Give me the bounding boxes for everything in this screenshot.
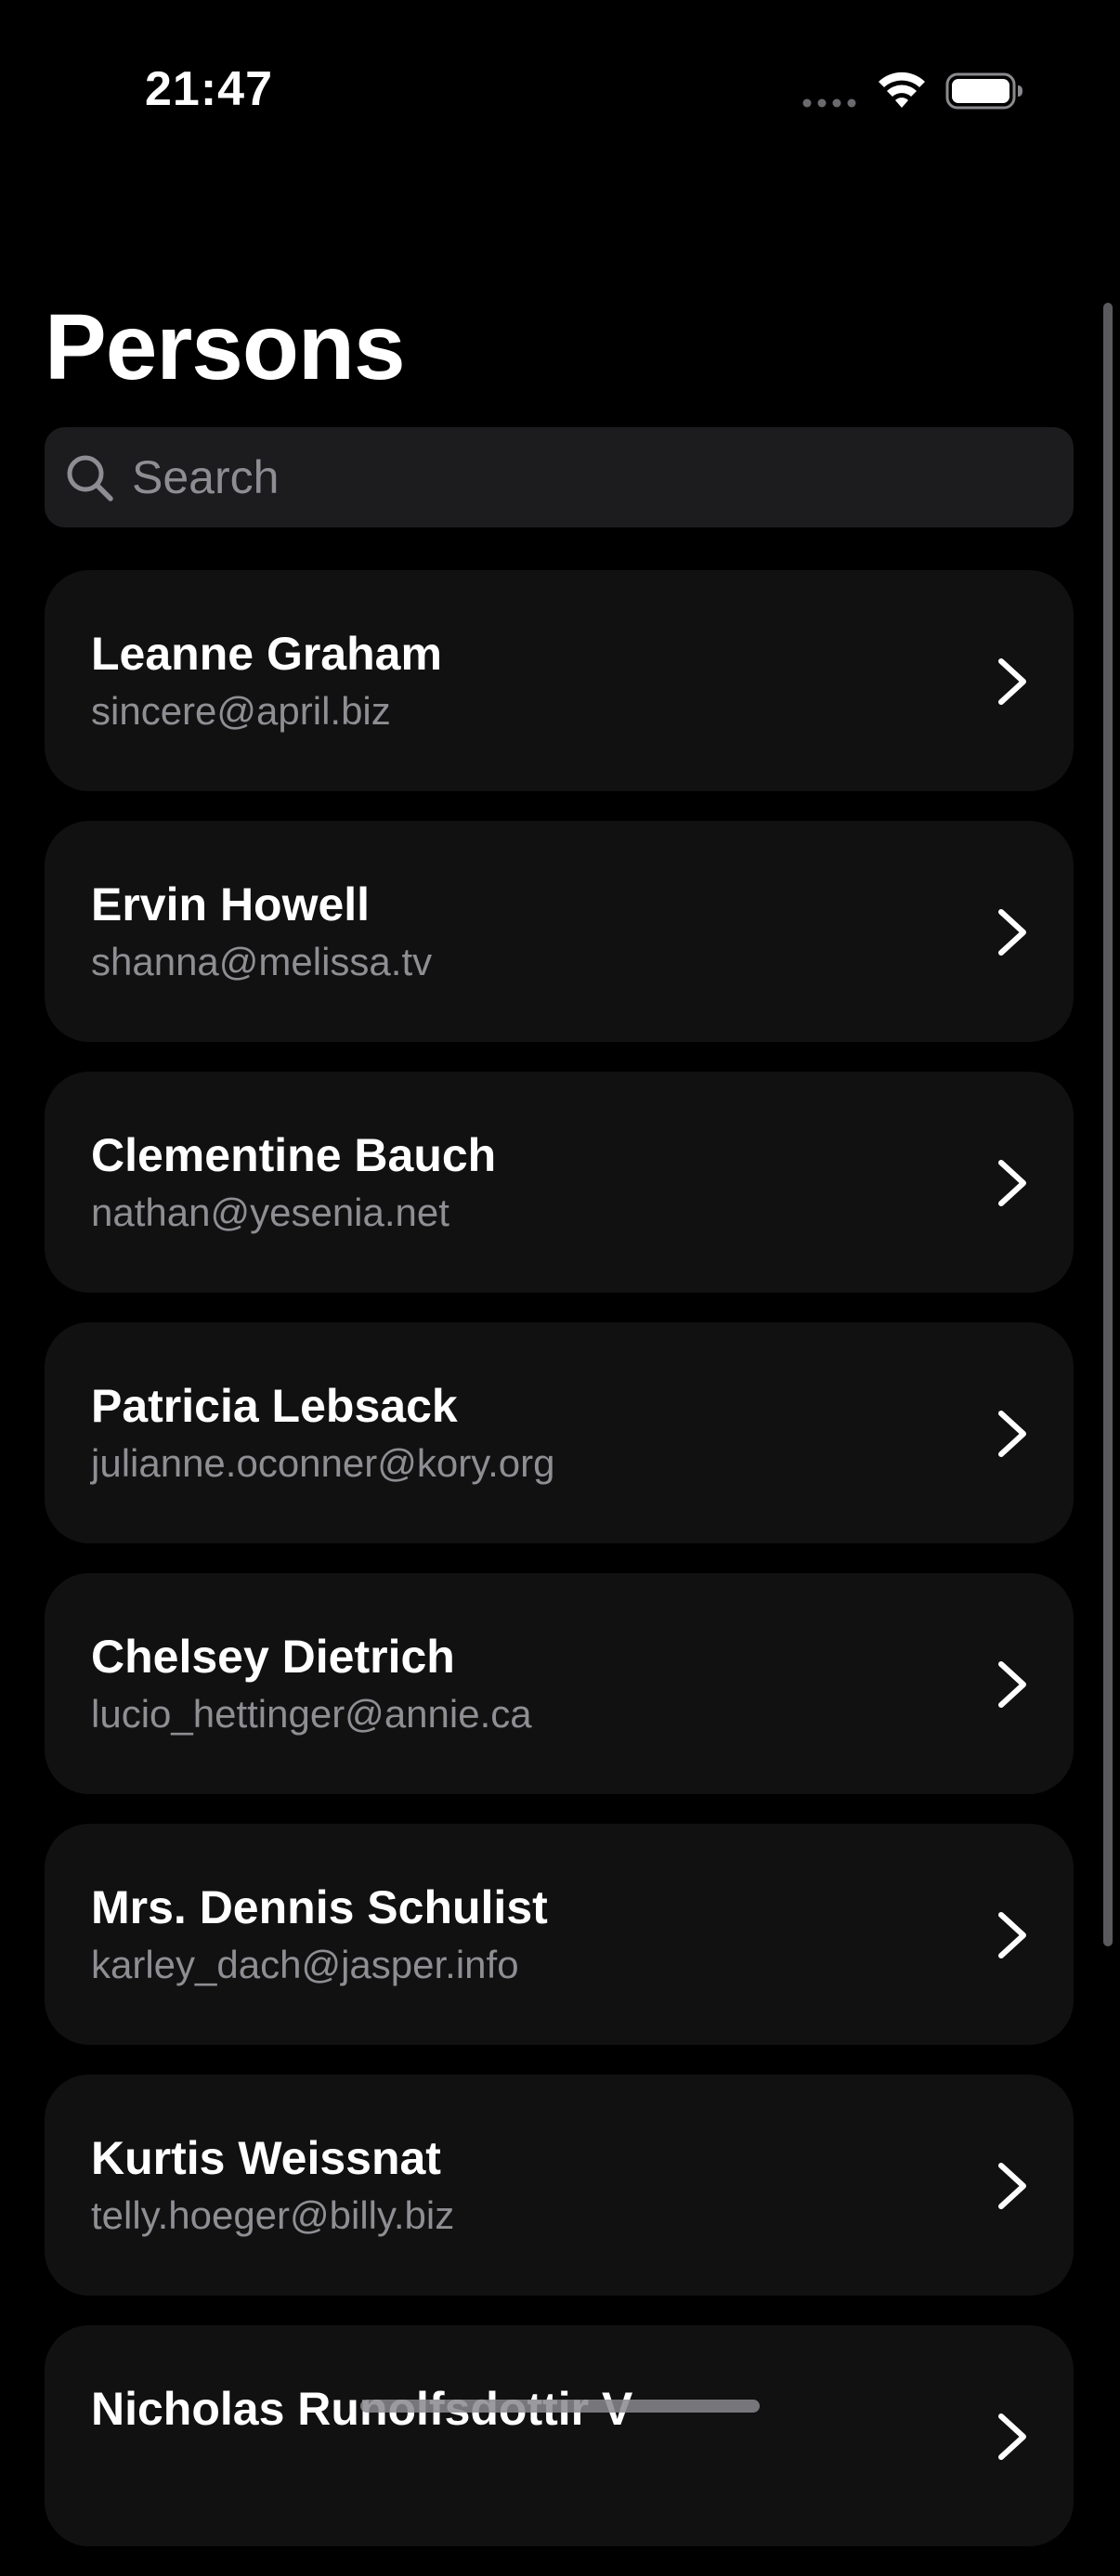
person-name: Clementine Bauch — [91, 1129, 497, 1181]
chevron-right-icon — [998, 2413, 1026, 2460]
status-bar: 21:47 — [0, 0, 1120, 139]
list-item[interactable]: Mrs. Dennis Schulist karley_dach@jasper.… — [45, 1824, 1074, 2045]
list-item[interactable]: Patricia Lebsack julianne.oconner@kory.o… — [45, 1322, 1074, 1543]
person-email: lucio_hettinger@annie.ca — [91, 1692, 532, 1736]
battery-icon — [945, 72, 1022, 110]
person-name: Chelsey Dietrich — [91, 1631, 455, 1683]
chevron-right-icon — [998, 1661, 1026, 1708]
person-email: julianne.oconner@kory.org — [91, 1441, 555, 1485]
scroll-indicator[interactable] — [1103, 303, 1113, 1946]
person-name: Leanne Graham — [91, 628, 442, 680]
person-name: Patricia Lebsack — [91, 1380, 458, 1432]
person-list: Leanne Graham sincere@april.biz Ervin Ho… — [45, 570, 1074, 2576]
person-email: nathan@yesenia.net — [91, 1190, 449, 1234]
list-item[interactable]: Leanne Graham sincere@april.biz — [45, 570, 1074, 791]
search-bar[interactable] — [45, 427, 1074, 527]
chevron-right-icon — [998, 909, 1026, 956]
wifi-icon — [879, 72, 925, 108]
list-item[interactable]: Chelsey Dietrich lucio_hettinger@annie.c… — [45, 1573, 1074, 1794]
person-name: Ervin Howell — [91, 878, 371, 930]
search-input[interactable] — [132, 427, 1042, 527]
person-email: sincere@april.biz — [91, 689, 391, 733]
chevron-right-icon — [998, 2163, 1026, 2209]
list-item[interactable]: Ervin Howell shanna@melissa.tv — [45, 821, 1074, 1042]
status-time: 21:47 — [145, 62, 273, 116]
person-name: Mrs. Dennis Schulist — [91, 1881, 548, 1933]
person-email: telly.hoeger@billy.biz — [91, 2193, 455, 2237]
person-email: shanna@melissa.tv — [91, 940, 433, 983]
home-indicator[interactable] — [360, 2400, 760, 2413]
chevron-right-icon — [998, 658, 1026, 705]
chevron-right-icon — [998, 1411, 1026, 1457]
signal-dots-icon — [802, 98, 856, 108]
list-item[interactable]: Clementine Bauch nathan@yesenia.net — [45, 1072, 1074, 1293]
person-email: karley_dach@jasper.info — [91, 1943, 519, 1986]
chevron-right-icon — [998, 1160, 1026, 1206]
page-title: Persons — [45, 295, 406, 399]
search-icon — [67, 455, 113, 501]
person-name: Kurtis Weissnat — [91, 2132, 441, 2184]
chevron-right-icon — [998, 1912, 1026, 1958]
list-item[interactable]: Kurtis Weissnat telly.hoeger@billy.biz — [45, 2075, 1074, 2296]
list-item[interactable]: Nicholas Runolfsdottir V — [45, 2325, 1074, 2546]
